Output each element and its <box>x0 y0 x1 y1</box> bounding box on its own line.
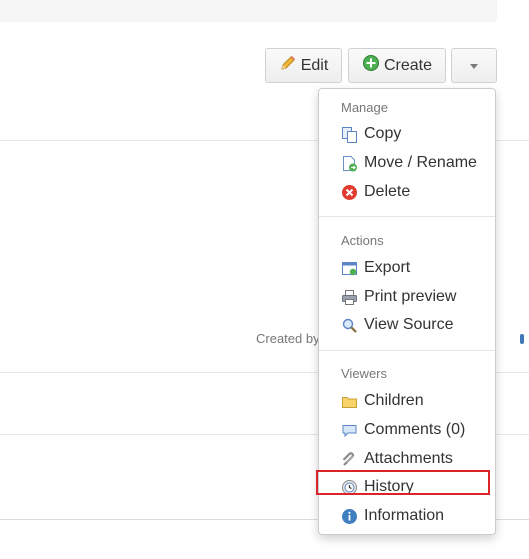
menu-item-information[interactable]: Information <box>319 503 495 529</box>
paperclip-icon <box>341 451 358 468</box>
menu-item-move-rename[interactable]: Move / Rename <box>319 150 495 176</box>
menu-item-label: Print preview <box>364 288 457 305</box>
created-by-text: Created by <box>256 331 320 346</box>
user-link-fragment[interactable] <box>520 334 524 344</box>
section-header-viewers: Viewers <box>341 366 388 381</box>
section-header-manage: Manage <box>341 100 388 115</box>
more-actions-menu: Manage Copy Move / Rename Delete Actions… <box>318 88 496 535</box>
menu-item-attachments[interactable]: Attachments <box>319 446 495 472</box>
menu-item-view-source[interactable]: View Source <box>319 312 495 338</box>
menu-item-delete[interactable]: Delete <box>319 179 495 205</box>
folder-icon <box>341 393 358 410</box>
menu-item-label: View Source <box>364 316 454 333</box>
menu-item-label: Export <box>364 259 411 276</box>
pencil-icon <box>279 54 297 77</box>
menu-item-export[interactable]: Export <box>319 255 495 281</box>
create-button-label: Create <box>383 56 433 74</box>
edit-button[interactable]: Edit <box>265 48 342 83</box>
printer-icon <box>341 289 358 306</box>
menu-item-label: Delete <box>364 183 411 200</box>
caret-down-icon <box>470 64 478 69</box>
edit-button-label: Edit <box>300 56 329 74</box>
menu-item-children[interactable]: Children <box>319 388 495 414</box>
copy-icon <box>341 126 358 143</box>
history-clock-icon <box>341 479 358 496</box>
menu-divider <box>319 216 495 217</box>
move-rename-icon <box>341 155 358 172</box>
section-header-actions: Actions <box>341 233 384 248</box>
menu-item-print-preview[interactable]: Print preview <box>319 284 495 310</box>
menu-item-label: Attachments <box>364 450 453 467</box>
menu-divider <box>319 350 495 351</box>
menu-item-comments[interactable]: Comments (0) <box>319 417 495 443</box>
delete-icon <box>341 184 358 201</box>
magnifier-icon <box>341 317 358 334</box>
comment-icon <box>341 422 358 439</box>
menu-item-label: History <box>364 478 414 495</box>
menu-item-label: Comments (0) <box>364 421 466 438</box>
menu-item-label: Children <box>364 392 424 409</box>
menu-item-copy[interactable]: Copy <box>319 121 495 147</box>
menu-item-label: Copy <box>364 125 402 142</box>
menu-item-label: Information <box>364 507 445 524</box>
more-actions-dropdown-button[interactable] <box>451 48 497 83</box>
info-icon <box>341 508 358 525</box>
menu-item-history[interactable]: History <box>319 474 495 500</box>
top-bar <box>0 0 497 22</box>
create-button[interactable]: Create <box>348 48 446 83</box>
export-icon <box>341 260 358 277</box>
plus-circle-icon <box>362 54 380 77</box>
menu-item-label: Move / Rename <box>364 154 477 171</box>
